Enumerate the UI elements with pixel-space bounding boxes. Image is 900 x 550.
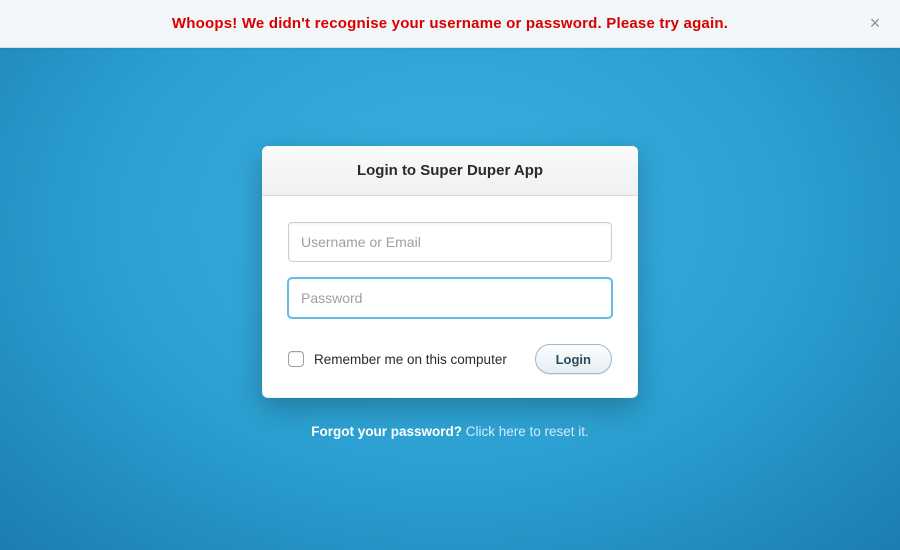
login-button[interactable]: Login [535, 344, 612, 374]
form-footer-row: Remember me on this computer Login [288, 344, 612, 374]
forgot-password-line: Forgot your password? Click here to rese… [0, 424, 900, 439]
error-alert-text: Whoops! We didn't recognise your usernam… [172, 15, 728, 32]
remember-me-checkbox[interactable] [288, 351, 304, 367]
close-icon[interactable]: × [864, 13, 886, 35]
remember-me-text: Remember me on this computer [314, 352, 507, 367]
forgot-password-question: Forgot your password? [311, 424, 462, 439]
forgot-password-link[interactable]: Click here to reset it. [466, 424, 589, 439]
card-header: Login to Super Duper App [262, 146, 638, 196]
login-card: Login to Super Duper App Remember me on … [262, 146, 638, 398]
password-field[interactable] [288, 278, 612, 318]
error-alert: Whoops! We didn't recognise your usernam… [0, 0, 900, 48]
card-body: Remember me on this computer Login [262, 196, 638, 398]
username-field[interactable] [288, 222, 612, 262]
remember-me-label[interactable]: Remember me on this computer [288, 351, 507, 367]
card-title: Login to Super Duper App [357, 162, 543, 179]
